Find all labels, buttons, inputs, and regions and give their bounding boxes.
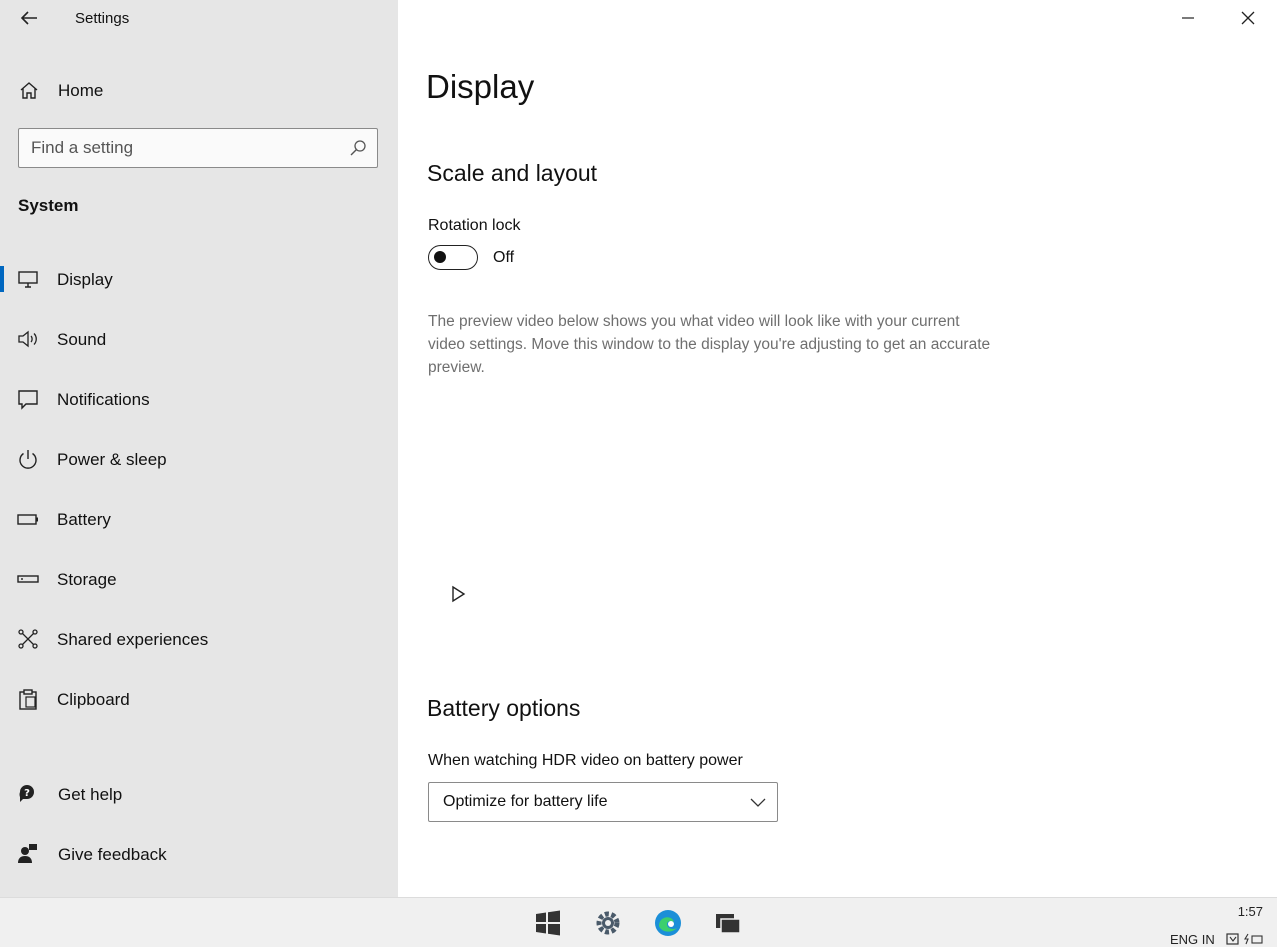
help-icon: ? bbox=[19, 785, 34, 802]
sidebar-item-sound[interactable]: Sound bbox=[0, 317, 398, 361]
clipboard-icon bbox=[19, 689, 37, 710]
hdr-battery-label: When watching HDR video on battery power bbox=[428, 752, 743, 769]
edge-taskbar-button[interactable] bbox=[653, 908, 683, 938]
speaker-icon bbox=[18, 330, 37, 348]
battery-charging-icon[interactable] bbox=[1244, 933, 1264, 945]
settings-taskbar-button[interactable] bbox=[593, 908, 623, 938]
sidebar: Settings Home System Display Sound Notif… bbox=[0, 0, 398, 897]
chevron-down-icon bbox=[750, 798, 766, 807]
start-button[interactable] bbox=[533, 908, 563, 938]
minimize-button[interactable] bbox=[1173, 4, 1203, 32]
sidebar-item-battery[interactable]: Battery bbox=[0, 497, 398, 541]
section-heading-scale-layout: Scale and layout bbox=[427, 160, 598, 186]
home-icon bbox=[20, 82, 38, 99]
sidebar-item-label: Display bbox=[57, 270, 113, 289]
edge-browser-icon bbox=[655, 910, 681, 936]
preview-description: The preview video below shows you what v… bbox=[428, 313, 991, 376]
task-view-button[interactable] bbox=[713, 908, 743, 938]
window-title: Settings bbox=[75, 10, 130, 27]
search-input[interactable] bbox=[31, 137, 331, 159]
storage-icon bbox=[17, 575, 39, 583]
sidebar-item-label: Shared experiences bbox=[57, 630, 209, 649]
get-help-link[interactable]: ? Get help bbox=[0, 772, 398, 816]
shared-experiences-icon bbox=[18, 629, 38, 649]
section-label-system: System bbox=[18, 196, 79, 215]
sidebar-item-clipboard[interactable]: Clipboard bbox=[0, 677, 398, 721]
feedback-icon bbox=[18, 844, 37, 863]
sidebar-item-label: Battery bbox=[57, 510, 111, 529]
play-icon bbox=[452, 585, 466, 603]
minimize-icon bbox=[1182, 17, 1194, 19]
settings-gear-icon bbox=[596, 911, 620, 935]
rotation-lock-label: Rotation lock bbox=[428, 217, 521, 234]
home-label: Home bbox=[58, 81, 104, 100]
sidebar-item-shared-experiences[interactable]: Shared experiences bbox=[0, 617, 398, 661]
network-icon[interactable] bbox=[1226, 933, 1240, 945]
windows-start-icon bbox=[536, 910, 560, 936]
monitor-icon bbox=[18, 271, 38, 288]
rotation-lock-toggle[interactable] bbox=[428, 245, 478, 270]
svg-text:?: ? bbox=[24, 788, 30, 799]
sidebar-item-label: Sound bbox=[57, 330, 107, 349]
sidebar-item-storage[interactable]: Storage bbox=[0, 557, 398, 601]
sidebar-item-label: Power & sleep bbox=[57, 450, 167, 469]
hdr-battery-dropdown[interactable]: Optimize for battery life bbox=[428, 782, 778, 822]
get-help-label: Get help bbox=[58, 785, 123, 804]
sidebar-item-notifications[interactable]: Notifications bbox=[0, 377, 398, 421]
task-view-icon bbox=[716, 914, 741, 934]
close-icon bbox=[1241, 11, 1255, 25]
toggle-knob bbox=[434, 251, 446, 263]
page-title: Display bbox=[426, 68, 535, 105]
sidebar-item-label: Clipboard bbox=[57, 690, 130, 709]
give-feedback-label: Give feedback bbox=[58, 845, 167, 864]
section-heading-battery-options: Battery options bbox=[427, 695, 581, 721]
sidebar-item-label: Storage bbox=[57, 570, 117, 589]
clock-time[interactable]: 1:57 bbox=[1238, 904, 1263, 919]
sidebar-item-label: Notifications bbox=[57, 390, 150, 409]
give-feedback-link[interactable]: Give feedback bbox=[0, 832, 398, 876]
search-box[interactable] bbox=[18, 128, 378, 168]
sidebar-item-power-sleep[interactable]: Power & sleep bbox=[0, 437, 398, 481]
power-icon bbox=[19, 450, 37, 469]
sidebar-item-display[interactable]: Display bbox=[0, 257, 398, 301]
close-button[interactable] bbox=[1233, 4, 1263, 32]
taskbar: 1:57 ENG IN bbox=[0, 897, 1277, 947]
notification-icon bbox=[18, 390, 38, 410]
input-language[interactable]: ENG IN bbox=[1170, 932, 1215, 947]
battery-icon bbox=[17, 514, 38, 525]
search-icon[interactable] bbox=[349, 139, 367, 157]
video-play-button[interactable] bbox=[448, 584, 468, 604]
sidebar-item-home[interactable]: Home bbox=[0, 72, 398, 108]
back-button[interactable] bbox=[14, 4, 44, 32]
dropdown-selected-value: Optimize for battery life bbox=[443, 793, 608, 810]
rotation-lock-state: Off bbox=[493, 249, 515, 266]
back-arrow-icon bbox=[20, 11, 37, 25]
